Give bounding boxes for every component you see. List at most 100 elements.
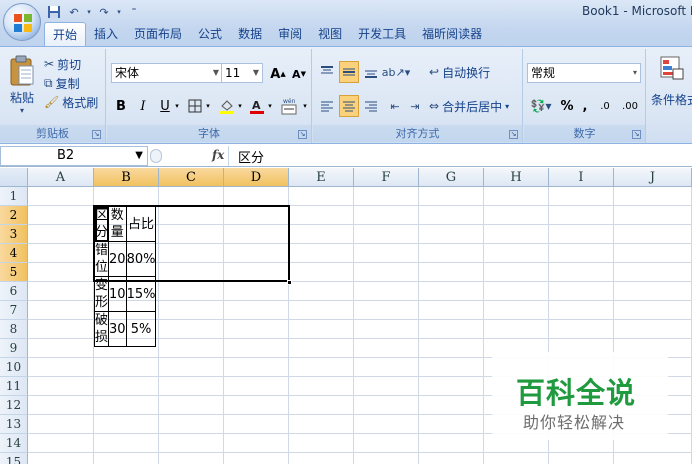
tab-home[interactable]: 开始 xyxy=(44,22,87,46)
align-right-icon[interactable] xyxy=(361,95,381,117)
row-header-13[interactable]: 13 xyxy=(0,415,28,434)
undo-icon[interactable]: ↶ xyxy=(66,4,82,20)
italic-button[interactable]: I xyxy=(133,95,153,117)
tab-page-layout[interactable]: 页面布局 xyxy=(126,22,190,46)
wrap-text-button[interactable]: ↩ 自动换行 xyxy=(429,63,490,81)
row-header-14[interactable]: 14 xyxy=(0,434,28,453)
cell-d4[interactable]: 15% xyxy=(125,276,157,312)
cell-b4[interactable]: 变形 xyxy=(93,276,110,312)
name-box[interactable]: B2 ▼ xyxy=(0,146,148,166)
redo-icon[interactable]: ↷ xyxy=(96,4,112,20)
format-painter-button[interactable]: 🖌 格式刷 xyxy=(44,93,98,111)
insert-function-icon[interactable]: fx xyxy=(212,148,224,162)
column-header-h[interactable]: H xyxy=(484,168,549,187)
cell-d3[interactable]: 80% xyxy=(125,241,157,277)
number-format-select[interactable]: 常规 ▾ xyxy=(527,63,641,83)
paste-button[interactable]: 粘贴 ▾ xyxy=(5,53,39,119)
formula-input[interactable]: 区分 xyxy=(238,147,264,166)
copy-button[interactable]: ⧉ 复制 xyxy=(44,74,80,92)
column-header-e[interactable]: E xyxy=(289,168,354,187)
cell-b3[interactable]: 错位 xyxy=(93,241,110,277)
row-header-4[interactable]: 4 xyxy=(0,244,28,263)
column-header-j[interactable]: J xyxy=(614,168,692,187)
tab-review[interactable]: 审阅 xyxy=(270,22,310,46)
cell-d5[interactable]: 5% xyxy=(125,311,157,347)
borders-dropdown-icon[interactable]: ▾ xyxy=(204,95,212,117)
cell-c3[interactable]: 20 xyxy=(108,241,127,277)
cell-c5[interactable]: 30 xyxy=(108,311,127,347)
save-icon[interactable] xyxy=(46,4,62,20)
align-center-icon[interactable] xyxy=(339,95,359,117)
fill-color-icon[interactable] xyxy=(217,95,237,117)
undo-dropdown-icon[interactable]: ▾ xyxy=(86,4,92,20)
underline-button[interactable]: U xyxy=(155,95,175,117)
tab-view[interactable]: 视图 xyxy=(310,22,350,46)
font-size-select[interactable]: 11 ▼ xyxy=(221,63,263,83)
phonetic-dropdown-icon[interactable]: ▾ xyxy=(301,95,309,117)
select-all-button[interactable] xyxy=(0,168,28,187)
row-header-7[interactable]: 7 xyxy=(0,301,28,320)
row-header-3[interactable]: 3 xyxy=(0,225,28,244)
row-header-8[interactable]: 8 xyxy=(0,320,28,339)
comma-button[interactable]: , xyxy=(578,95,592,117)
font-launcher-icon[interactable]: ↘ xyxy=(298,130,307,139)
fill-color-dropdown-icon[interactable]: ▾ xyxy=(236,95,244,117)
align-top-icon[interactable] xyxy=(317,61,337,83)
column-header-d[interactable]: D xyxy=(224,168,289,187)
underline-dropdown-icon[interactable]: ▾ xyxy=(173,95,181,117)
align-left-icon[interactable] xyxy=(317,95,337,117)
paste-dropdown-icon[interactable]: ▾ xyxy=(5,106,39,115)
row-header-2[interactable]: 2 xyxy=(0,206,28,225)
row-header-12[interactable]: 12 xyxy=(0,396,28,415)
column-header-i[interactable]: I xyxy=(549,168,614,187)
row-header-5[interactable]: 5 xyxy=(0,263,28,282)
cut-button[interactable]: ✂ 剪切 xyxy=(44,55,81,73)
align-bottom-icon[interactable] xyxy=(361,61,381,83)
column-header-a[interactable]: A xyxy=(28,168,94,187)
number-launcher-icon[interactable]: ↘ xyxy=(632,130,641,139)
row-header-10[interactable]: 10 xyxy=(0,358,28,377)
increase-indent-icon[interactable]: ⇥ xyxy=(405,95,425,117)
column-header-c[interactable]: C xyxy=(159,168,224,187)
cell-c4[interactable]: 10 xyxy=(108,276,127,312)
tab-foxit-reader[interactable]: 福昕阅读器 xyxy=(414,22,490,46)
font-color-dropdown-icon[interactable]: ▾ xyxy=(266,95,274,117)
borders-icon[interactable] xyxy=(185,95,205,117)
cell-b2[interactable]: 区分 xyxy=(93,206,110,242)
row-header-9[interactable]: 9 xyxy=(0,339,28,358)
accounting-format-icon[interactable]: 💱▾ xyxy=(528,95,554,117)
tab-formulas[interactable]: 公式 xyxy=(190,22,230,46)
redo-dropdown-icon[interactable]: ▾ xyxy=(116,4,122,20)
cell-b5[interactable]: 破损 xyxy=(93,311,110,347)
tab-insert[interactable]: 插入 xyxy=(86,22,126,46)
row-header-6[interactable]: 6 xyxy=(0,282,28,301)
tab-data[interactable]: 数据 xyxy=(230,22,270,46)
percent-button[interactable]: % xyxy=(558,95,576,117)
decrease-decimal-button[interactable]: .00 xyxy=(618,95,642,117)
row-header-11[interactable]: 11 xyxy=(0,377,28,396)
tab-developer[interactable]: 开发工具 xyxy=(350,22,414,46)
align-middle-icon[interactable] xyxy=(339,61,359,83)
fill-handle[interactable] xyxy=(287,280,292,285)
bold-button[interactable]: B xyxy=(111,95,131,117)
clipboard-launcher-icon[interactable]: ↘ xyxy=(92,130,101,139)
conditional-format-label[interactable]: 条件格式 xyxy=(651,91,692,108)
office-button[interactable] xyxy=(3,3,41,41)
row-header-1[interactable]: 1 xyxy=(0,187,28,206)
formula-bar-knob-icon[interactable] xyxy=(150,149,162,163)
alignment-launcher-icon[interactable]: ↘ xyxy=(509,130,518,139)
font-name-select[interactable]: 宋体 ▼ xyxy=(111,63,223,83)
row-header-15[interactable]: 15 xyxy=(0,453,28,464)
column-header-f[interactable]: F xyxy=(354,168,419,187)
conditional-format-icon[interactable] xyxy=(659,55,685,81)
column-header-g[interactable]: G xyxy=(419,168,484,187)
orientation-icon[interactable]: ab↗▾ xyxy=(382,61,410,83)
customize-qat-icon[interactable]: ⁼ xyxy=(126,4,142,20)
merge-center-button[interactable]: ⇔ 合并后居中 ▾ xyxy=(429,97,509,115)
font-color-icon[interactable]: A xyxy=(247,95,267,117)
decrease-indent-icon[interactable]: ⇤ xyxy=(385,95,405,117)
cell-c2[interactable]: 数量 xyxy=(108,206,127,242)
column-header-b[interactable]: B xyxy=(94,168,159,187)
grow-font-button[interactable]: A ▲ xyxy=(268,63,288,85)
shrink-font-button[interactable]: A ▼ xyxy=(289,63,309,85)
